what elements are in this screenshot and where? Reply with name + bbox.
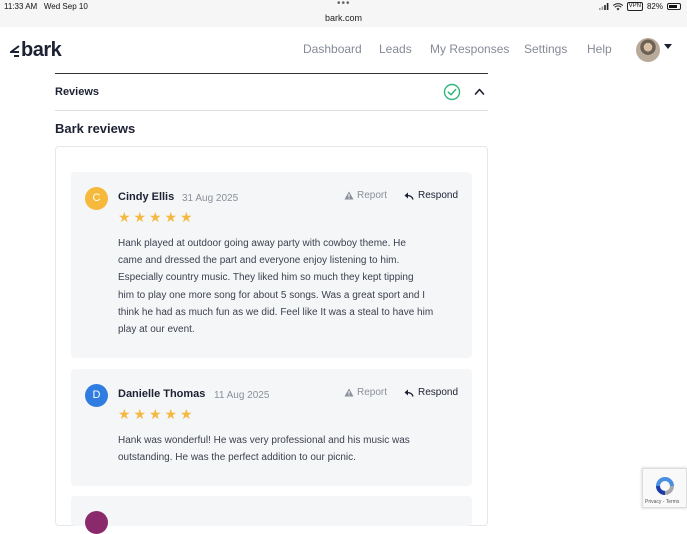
battery-fill: [669, 5, 678, 8]
status-bar: 11:33 AM Wed Sep 10 ••• bark.com VPN 82%: [0, 0, 687, 27]
recaptcha-label[interactable]: Privacy - Terms: [645, 499, 679, 505]
review-line: came and dressed the part and everyone e…: [118, 255, 400, 267]
review-card: D Danielle Thomas 11 Aug 2025 Report Res…: [71, 369, 472, 486]
nav-link-dashboard[interactable]: Dashboard: [303, 42, 362, 56]
reply-icon: [404, 389, 414, 397]
star-rating: ★ ★ ★ ★ ★: [118, 210, 194, 224]
nav-link-help[interactable]: Help: [587, 42, 612, 56]
review-card: [71, 496, 472, 534]
star-icon: ★: [180, 406, 193, 422]
nav-link-leads[interactable]: Leads: [379, 42, 412, 56]
divider: [55, 110, 488, 111]
status-icons: VPN 82%: [598, 2, 681, 11]
review-line: think he had as much fun as we did. Feel…: [118, 306, 434, 318]
star-icon: ★: [180, 209, 193, 225]
report-label: Report: [357, 190, 388, 201]
star-icon: ★: [133, 406, 147, 422]
review-card: C Cindy Ellis 31 Aug 2025 Report Respond…: [71, 172, 472, 358]
review-text: Hank played at outdoor going away party …: [118, 235, 463, 338]
vpn-badge: VPN: [626, 2, 643, 11]
report-label: Report: [357, 387, 388, 398]
star-icon: ★: [118, 209, 131, 225]
reply-icon: [404, 192, 414, 200]
reviewer-initial: D: [85, 384, 108, 407]
star-icon: ★: [149, 209, 162, 225]
respond-button[interactable]: Respond: [404, 190, 458, 201]
nav-links: Dashboard Leads My Responses Settings He…: [0, 42, 687, 58]
reviewer-initial: [85, 511, 108, 534]
review-line: him to play one more song for about 5 so…: [118, 289, 426, 301]
divider: [55, 73, 488, 74]
recaptcha-badge[interactable]: Privacy - Terms: [642, 468, 687, 508]
status-time: 11:33 AM Wed Sep 10: [4, 2, 88, 11]
review-line: outstanding. He was the perfect addition…: [118, 452, 356, 464]
section-title: Bark reviews: [55, 121, 136, 136]
star-icon: ★: [149, 406, 162, 422]
top-navbar: bark Dashboard Leads My Responses Settin…: [0, 27, 687, 73]
recaptcha-icon: [656, 477, 674, 495]
review-line: Especially country music. They liked him…: [118, 272, 414, 284]
review-line: Hank played at outdoor going away party …: [118, 238, 406, 249]
reviewer-initial: C: [85, 187, 108, 210]
nav-link-settings[interactable]: Settings: [524, 42, 567, 56]
warning-icon: [344, 388, 354, 397]
account-menu-caret-icon[interactable]: [664, 44, 672, 49]
check-circle-icon: [443, 83, 461, 101]
star-icon: ★: [133, 209, 147, 225]
address-bar[interactable]: bark.com: [0, 13, 687, 23]
nav-link-my-responses[interactable]: My Responses: [430, 42, 509, 56]
chevron-up-icon[interactable]: [474, 87, 485, 96]
star-rating: ★ ★ ★ ★ ★: [118, 407, 194, 421]
review-text: Hank was wonderful! He was very professi…: [118, 432, 463, 466]
star-icon: ★: [164, 209, 178, 225]
cellular-icon: [598, 3, 609, 10]
review-date: 31 Aug 2025: [182, 193, 239, 204]
reviewer-name: Cindy Ellis: [118, 191, 175, 203]
review-line: Hank was wonderful! He was very professi…: [118, 435, 410, 446]
respond-label: Respond: [418, 387, 459, 398]
battery-percent: 82%: [646, 2, 663, 11]
reviewer-name: Danielle Thomas: [118, 388, 206, 400]
battery-icon: [667, 3, 681, 10]
more-dots-icon[interactable]: •••: [337, 0, 351, 9]
review-date: 11 Aug 2025: [214, 390, 270, 401]
star-icon: ★: [164, 406, 178, 422]
respond-button[interactable]: Respond: [404, 387, 458, 398]
star-icon: ★: [118, 406, 131, 422]
reviews-accordion-title[interactable]: Reviews: [55, 86, 99, 98]
review-line: play at our event.: [118, 324, 195, 336]
report-button[interactable]: Report: [344, 190, 387, 201]
warning-icon: [344, 191, 354, 200]
user-avatar[interactable]: [636, 38, 660, 62]
report-button[interactable]: Report: [344, 387, 387, 398]
wifi-icon: [612, 2, 623, 10]
respond-label: Respond: [418, 190, 459, 201]
